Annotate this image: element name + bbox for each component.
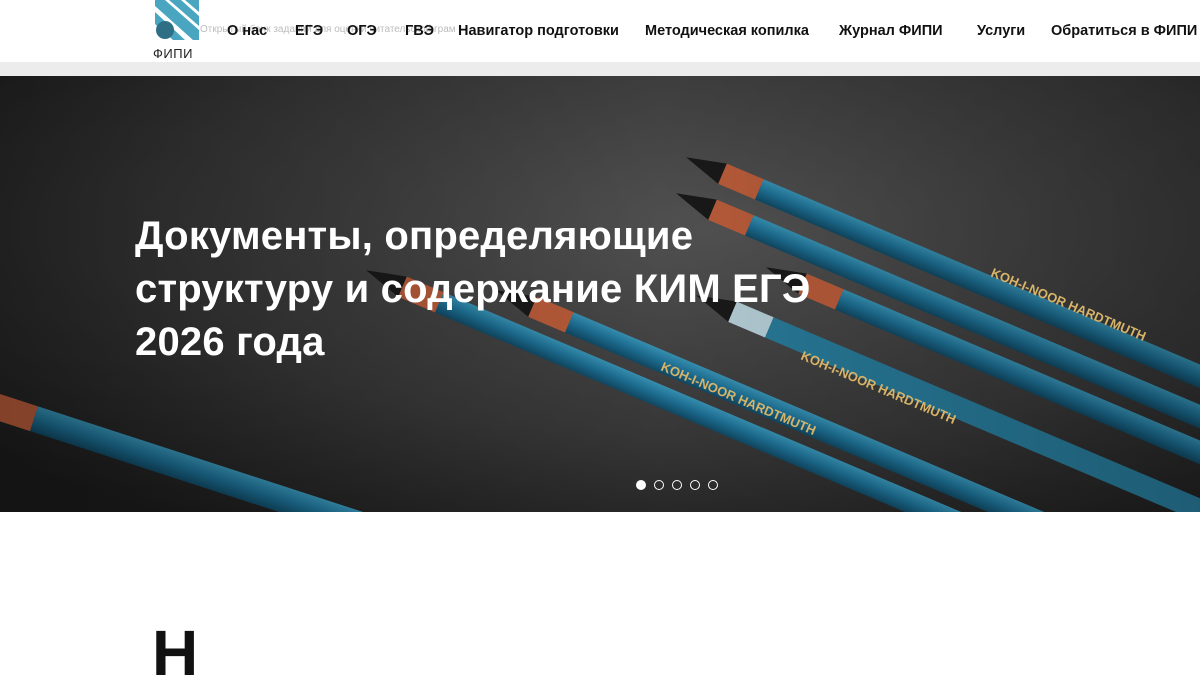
nav-item-methodical[interactable]: Методическая копилка bbox=[645, 23, 809, 39]
nav-item-contact[interactable]: Обратиться в ФИПИ bbox=[1051, 23, 1197, 39]
nav-item-gve[interactable]: ГВЭ bbox=[405, 23, 434, 39]
nav-item-services[interactable]: Услуги bbox=[977, 23, 1025, 39]
slider-dot-2[interactable] bbox=[654, 480, 664, 490]
section-heading: Н bbox=[152, 617, 199, 689]
hero-title[interactable]: Документы, определяющие структуру и соде… bbox=[135, 210, 835, 369]
slider-dot-4[interactable] bbox=[690, 480, 700, 490]
hero-slider[interactable]: KOH-I-NOOR HARDTMUTH KOH-I-NOOR HARDTMUT… bbox=[0, 76, 1200, 512]
nav-item-journal[interactable]: Журнал ФИПИ bbox=[839, 23, 943, 39]
nav-item-about[interactable]: О нас bbox=[227, 23, 267, 39]
nav-item-navigator[interactable]: Навигатор подготовки bbox=[458, 23, 619, 39]
main-nav: О нас ЕГЭ ОГЭ ГВЭ Навигатор подготовки М… bbox=[0, 0, 1200, 62]
site-header: Открытый банк заданий для оценки читател… bbox=[0, 0, 1200, 62]
slider-dot-3[interactable] bbox=[672, 480, 682, 490]
nav-item-ege[interactable]: ЕГЭ bbox=[295, 23, 323, 39]
nav-item-oge[interactable]: ОГЭ bbox=[347, 23, 377, 39]
header-divider bbox=[0, 62, 1200, 76]
slider-dot-5[interactable] bbox=[708, 480, 718, 490]
slider-dot-1[interactable] bbox=[636, 480, 646, 490]
